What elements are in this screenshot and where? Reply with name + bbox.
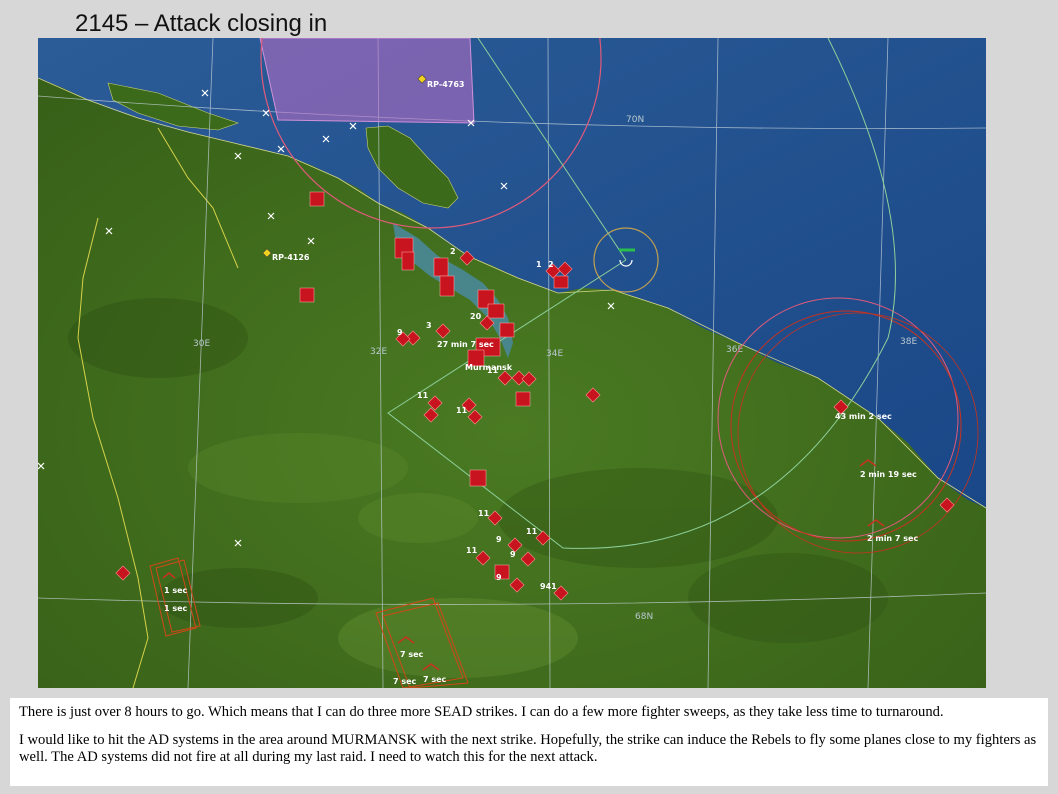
unit-count: 1 (536, 260, 542, 269)
unit-count: 9 (397, 328, 403, 337)
unit-count: 2 (548, 260, 554, 269)
timer-label: 1 sec (164, 586, 188, 595)
timer-label: 2 min 7 sec (867, 534, 918, 543)
svg-text:RP-4126: RP-4126 (272, 253, 310, 262)
unit-count: 11 (478, 509, 490, 518)
unit-count: 9 (496, 573, 502, 582)
grid-label-36e: 36E (726, 345, 743, 355)
grid-label-32e: 32E (370, 347, 387, 357)
timer-label: 27 min 7 sec (437, 340, 494, 349)
unit-count: 20 (470, 312, 482, 321)
grid-label-30e: 30E (193, 339, 210, 349)
tactical-map[interactable]: 70N 68N 30E 32E 34E 36E 38E RP-4763 RP-4… (38, 38, 986, 688)
grid-label-38e: 38E (900, 337, 917, 347)
unit-count: 11 (526, 527, 538, 536)
unit-count: 9 (496, 535, 502, 544)
commentary-box: There is just over 8 hours to go. Which … (10, 698, 1048, 786)
timer-label: 2 min 19 sec (860, 470, 917, 479)
commentary-paragraph: I would like to hit the AD systems in th… (19, 732, 1037, 765)
unit-count: 2 (450, 247, 456, 256)
svg-text:RP-4763: RP-4763 (427, 80, 464, 89)
commentary-paragraph: There is just over 8 hours to go. Which … (19, 704, 944, 720)
unit-count: 11 (417, 391, 429, 400)
timer-label: 7 sec (400, 650, 424, 659)
timer-label: 43 min 2 sec (835, 412, 892, 421)
grid-label-70n: 70N (626, 115, 644, 125)
unit-count: 3 (426, 321, 432, 330)
unit-count: 941 (540, 582, 557, 591)
unit-count: 11 (456, 406, 468, 415)
unit-count: 11 (487, 366, 499, 375)
slide-title: 2145 – Attack closing in (75, 10, 328, 37)
timer-label: 7 sec (423, 675, 447, 684)
grid-label-34e: 34E (546, 349, 563, 359)
timer-label: 7 sec (393, 677, 417, 686)
map-canvas[interactable]: 70N 68N 30E 32E 34E 36E 38E RP-4763 RP-4… (38, 38, 986, 688)
unit-count: 9 (510, 550, 516, 559)
grid-label-68n: 68N (635, 612, 653, 622)
unit-count: 11 (466, 546, 478, 555)
timer-label: 1 sec (164, 604, 188, 613)
